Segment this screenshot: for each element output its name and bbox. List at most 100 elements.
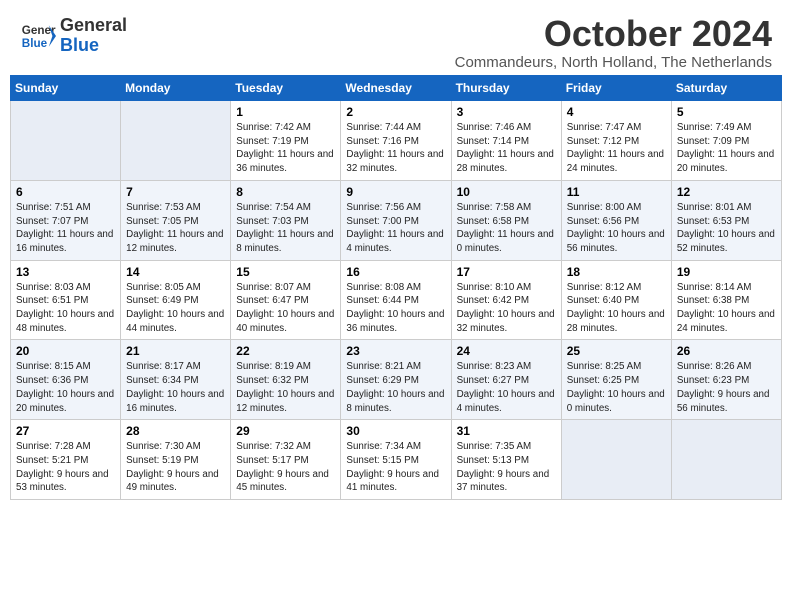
day-info: Sunrise: 7:34 AM Sunset: 5:15 PM Dayligh…: [346, 440, 445, 495]
calendar-cell: 7 Sunrise: 7:53 AM Sunset: 7:05 PM Daylig…: [121, 180, 231, 260]
calendar-cell: [121, 101, 231, 181]
day-info: Sunrise: 8:26 AM Sunset: 6:23 PM Dayligh…: [677, 360, 776, 415]
logo: General Blue General Blue: [20, 16, 127, 56]
day-info: Sunrise: 8:23 AM Sunset: 6:27 PM Dayligh…: [457, 360, 556, 415]
calendar-cell: 31 Sunrise: 7:35 AM Sunset: 5:13 PM Dayli…: [451, 420, 561, 500]
calendar-cell: [671, 420, 781, 500]
day-info: Sunrise: 8:21 AM Sunset: 6:29 PM Dayligh…: [346, 360, 445, 415]
calendar-cell: 1 Sunrise: 7:42 AM Sunset: 7:19 PM Daylig…: [231, 101, 341, 181]
day-number: 27: [16, 424, 115, 438]
day-number: 31: [457, 424, 556, 438]
day-info: Sunrise: 7:58 AM Sunset: 6:58 PM Dayligh…: [457, 201, 556, 256]
calendar-cell: [561, 420, 671, 500]
calendar-cell: 26Sunrise: 8:26 AM Sunset: 6:23 PM Dayli…: [671, 340, 781, 420]
day-number: 29: [236, 424, 335, 438]
day-info: Sunrise: 8:17 AM Sunset: 6:34 PM Dayligh…: [126, 360, 225, 415]
header-friday: Friday: [561, 76, 671, 101]
logo-icon: General Blue: [20, 18, 56, 54]
calendar-cell: 27 Sunrise: 7:28 AM Sunset: 5:21 PM Dayli…: [11, 420, 121, 500]
day-number: 20: [16, 344, 115, 358]
calendar-cell: 30 Sunrise: 7:34 AM Sunset: 5:15 PM Dayli…: [341, 420, 451, 500]
header-tuesday: Tuesday: [231, 76, 341, 101]
calendar-cell: 5 Sunrise: 7:49 AM Sunset: 7:09 PM Daylig…: [671, 101, 781, 181]
day-info: Sunrise: 8:00 AM Sunset: 6:56 PM Dayligh…: [567, 201, 666, 256]
svg-text:Blue: Blue: [22, 37, 48, 50]
day-number: 17: [457, 265, 556, 279]
day-info: Sunrise: 7:53 AM Sunset: 7:05 PM Dayligh…: [126, 201, 225, 256]
title-area: October 2024 Commandeurs, North Holland,…: [455, 16, 772, 71]
day-info: Sunrise: 7:42 AM Sunset: 7:19 PM Dayligh…: [236, 121, 335, 176]
day-info: Sunrise: 7:54 AM Sunset: 7:03 PM Dayligh…: [236, 201, 335, 256]
calendar-cell: 4Sunrise: 7:47 AM Sunset: 7:12 PM Daylig…: [561, 101, 671, 181]
calendar-cell: 17 Sunrise: 8:10 AM Sunset: 6:42 PM Dayli…: [451, 260, 561, 340]
header-sunday: Sunday: [11, 76, 121, 101]
day-number: 10: [457, 185, 556, 199]
calendar-cell: 6 Sunrise: 7:51 AM Sunset: 7:07 PM Daylig…: [11, 180, 121, 260]
day-info: Sunrise: 7:28 AM Sunset: 5:21 PM Dayligh…: [16, 440, 115, 495]
day-number: 16: [346, 265, 445, 279]
day-number: 3: [457, 105, 556, 119]
calendar-header-row: SundayMondayTuesdayWednesdayThursdayFrid…: [11, 76, 782, 101]
calendar-week-1: 1 Sunrise: 7:42 AM Sunset: 7:19 PM Daylig…: [11, 101, 782, 181]
day-info: Sunrise: 7:35 AM Sunset: 5:13 PM Dayligh…: [457, 440, 556, 495]
day-number: 22: [236, 344, 335, 358]
day-info: Sunrise: 7:56 AM Sunset: 7:00 PM Dayligh…: [346, 201, 445, 256]
day-number: 1: [236, 105, 335, 119]
header-thursday: Thursday: [451, 76, 561, 101]
day-info: Sunrise: 8:05 AM Sunset: 6:49 PM Dayligh…: [126, 281, 225, 336]
calendar-cell: 14Sunrise: 8:05 AM Sunset: 6:49 PM Dayli…: [121, 260, 231, 340]
calendar-cell: 20 Sunrise: 8:15 AM Sunset: 6:36 PM Dayli…: [11, 340, 121, 420]
day-number: 2: [346, 105, 445, 119]
day-info: Sunrise: 7:49 AM Sunset: 7:09 PM Dayligh…: [677, 121, 776, 176]
calendar-cell: 11 Sunrise: 8:00 AM Sunset: 6:56 PM Dayli…: [561, 180, 671, 260]
day-info: Sunrise: 8:15 AM Sunset: 6:36 PM Dayligh…: [16, 360, 115, 415]
calendar-cell: 16 Sunrise: 8:08 AM Sunset: 6:44 PM Dayli…: [341, 260, 451, 340]
day-info: Sunrise: 8:01 AM Sunset: 6:53 PM Dayligh…: [677, 201, 776, 256]
day-info: Sunrise: 8:03 AM Sunset: 6:51 PM Dayligh…: [16, 281, 115, 336]
calendar-cell: 19 Sunrise: 8:14 AM Sunset: 6:38 PM Dayli…: [671, 260, 781, 340]
day-info: Sunrise: 8:08 AM Sunset: 6:44 PM Dayligh…: [346, 281, 445, 336]
calendar-cell: 8 Sunrise: 7:54 AM Sunset: 7:03 PM Daylig…: [231, 180, 341, 260]
calendar-week-5: 27 Sunrise: 7:28 AM Sunset: 5:21 PM Dayli…: [11, 420, 782, 500]
calendar-week-3: 13 Sunrise: 8:03 AM Sunset: 6:51 PM Dayli…: [11, 260, 782, 340]
day-number: 5: [677, 105, 776, 119]
day-info: Sunrise: 8:19 AM Sunset: 6:32 PM Dayligh…: [236, 360, 335, 415]
calendar-cell: 12 Sunrise: 8:01 AM Sunset: 6:53 PM Dayli…: [671, 180, 781, 260]
day-info: Sunrise: 8:25 AM Sunset: 6:25 PM Dayligh…: [567, 360, 666, 415]
day-number: 13: [16, 265, 115, 279]
day-number: 25: [567, 344, 666, 358]
calendar-cell: 15Sunrise: 8:07 AM Sunset: 6:47 PM Dayli…: [231, 260, 341, 340]
day-info: Sunrise: 8:14 AM Sunset: 6:38 PM Dayligh…: [677, 281, 776, 336]
day-number: 9: [346, 185, 445, 199]
calendar-cell: [11, 101, 121, 181]
day-number: 23: [346, 344, 445, 358]
day-number: 12: [677, 185, 776, 199]
day-number: 6: [16, 185, 115, 199]
day-number: 18: [567, 265, 666, 279]
header-saturday: Saturday: [671, 76, 781, 101]
day-info: Sunrise: 7:44 AM Sunset: 7:16 PM Dayligh…: [346, 121, 445, 176]
day-number: 30: [346, 424, 445, 438]
location: Commandeurs, North Holland, The Netherla…: [455, 54, 772, 71]
day-number: 28: [126, 424, 225, 438]
calendar-cell: 10 Sunrise: 7:58 AM Sunset: 6:58 PM Dayli…: [451, 180, 561, 260]
day-number: 4: [567, 105, 666, 119]
calendar-cell: 22 Sunrise: 8:19 AM Sunset: 6:32 PM Dayli…: [231, 340, 341, 420]
calendar-week-4: 20 Sunrise: 8:15 AM Sunset: 6:36 PM Dayli…: [11, 340, 782, 420]
day-number: 15: [236, 265, 335, 279]
calendar-table: SundayMondayTuesdayWednesdayThursdayFrid…: [10, 75, 782, 500]
day-info: Sunrise: 8:12 AM Sunset: 6:40 PM Dayligh…: [567, 281, 666, 336]
calendar-cell: 23 Sunrise: 8:21 AM Sunset: 6:29 PM Dayli…: [341, 340, 451, 420]
calendar-cell: 2 Sunrise: 7:44 AM Sunset: 7:16 PM Daylig…: [341, 101, 451, 181]
month-title: October 2024: [455, 16, 772, 52]
day-number: 24: [457, 344, 556, 358]
day-number: 7: [126, 185, 225, 199]
header-wednesday: Wednesday: [341, 76, 451, 101]
day-info: Sunrise: 7:51 AM Sunset: 7:07 PM Dayligh…: [16, 201, 115, 256]
day-number: 11: [567, 185, 666, 199]
page-header: General Blue General Blue October 2024 C…: [10, 10, 782, 71]
day-info: Sunrise: 8:10 AM Sunset: 6:42 PM Dayligh…: [457, 281, 556, 336]
day-info: Sunrise: 7:46 AM Sunset: 7:14 PM Dayligh…: [457, 121, 556, 176]
day-number: 19: [677, 265, 776, 279]
day-number: 8: [236, 185, 335, 199]
